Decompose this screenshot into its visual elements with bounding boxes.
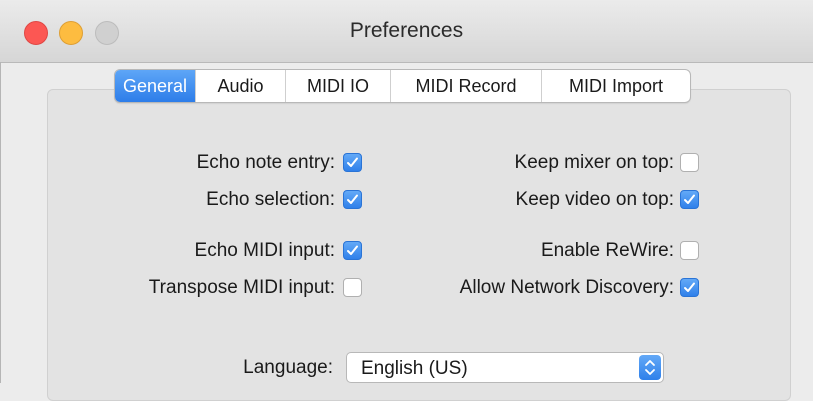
- tab-midi-record[interactable]: MIDI Record: [390, 70, 541, 102]
- tab-midi-io[interactable]: MIDI IO: [285, 70, 390, 102]
- echo-note-entry-checkbox[interactable]: [343, 153, 362, 172]
- language-select[interactable]: English (US): [346, 352, 664, 383]
- language-label: Language:: [243, 357, 333, 378]
- keep-mixer-on-top-checkbox[interactable]: [680, 153, 699, 172]
- checkmark-icon: [684, 194, 695, 204]
- echo-midi-input-checkbox[interactable]: [343, 241, 362, 260]
- transpose-midi-input-checkbox[interactable]: [343, 278, 362, 297]
- keep-mixer-on-top-label: Keep mixer on top:: [514, 152, 674, 173]
- echo-note-entry-label: Echo note entry:: [196, 152, 335, 173]
- enable-rewire-label: Enable ReWire:: [540, 240, 674, 261]
- keep-video-on-top-label: Keep video on top:: [515, 189, 674, 210]
- tab-midi-import[interactable]: MIDI Import: [541, 70, 690, 102]
- enable-rewire-checkbox[interactable]: [680, 241, 699, 260]
- language-value: English (US): [361, 358, 468, 379]
- keep-video-on-top-checkbox[interactable]: [680, 190, 699, 209]
- echo-midi-input-label: Echo MIDI input:: [194, 240, 335, 261]
- window-edge: [0, 62, 1, 383]
- checkmark-icon: [347, 245, 358, 255]
- checkmark-icon: [347, 194, 358, 204]
- checkmark-icon: [347, 157, 358, 167]
- echo-selection-label: Echo selection:: [206, 189, 335, 210]
- up-down-chevron-icon: [639, 355, 661, 380]
- checkmark-icon: [684, 282, 695, 292]
- echo-selection-checkbox[interactable]: [343, 190, 362, 209]
- title-bar: Preferences: [0, 0, 813, 63]
- tab-audio[interactable]: Audio: [195, 70, 285, 102]
- allow-network-discovery-checkbox[interactable]: [680, 278, 699, 297]
- window-title: Preferences: [349, 19, 464, 42]
- transpose-midi-input-label: Transpose MIDI input:: [148, 277, 335, 298]
- tab-bar: General Audio MIDI IO MIDI Record MIDI I…: [114, 69, 691, 103]
- allow-network-discovery-label: Allow Network Discovery:: [459, 277, 674, 298]
- tab-general[interactable]: General: [115, 70, 195, 102]
